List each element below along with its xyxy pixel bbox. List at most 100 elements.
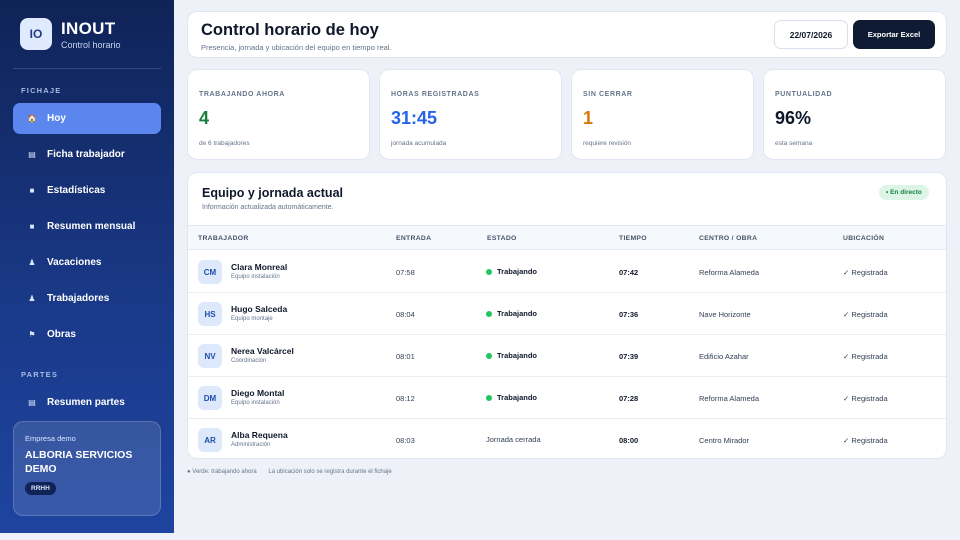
avatar: HS — [198, 302, 222, 326]
location-status: ✓ Registrada — [843, 352, 888, 361]
sidebar-item-label: Trabajadores — [47, 293, 110, 304]
status-badge: Trabajando — [486, 267, 537, 276]
app-logo: IO — [20, 18, 52, 50]
app-subtitle: Control horario — [61, 39, 121, 50]
sidebar-item-resumen-partes[interactable]: ▤ Resumen partes — [13, 387, 161, 418]
sidebar-item-ficha-trabajador[interactable]: ▤ Ficha trabajador — [13, 139, 161, 170]
stat-value: 1 — [583, 108, 594, 128]
stat-sub: esta semana — [775, 140, 813, 147]
column-header[interactable]: ENTRADA — [396, 235, 431, 242]
column-header[interactable]: TIEMPO — [619, 235, 647, 242]
table-header: TRABAJADOR ENTRADA ESTADO TIEMPO CENTRO … — [188, 225, 946, 250]
stat-card-sin-cerrar: SIN CERRAR 1 requiere revisión — [571, 69, 754, 160]
entry-time: 07:58 — [396, 268, 415, 277]
column-header[interactable]: ESTADO — [487, 235, 517, 242]
sidebar: IO INOUT Control horario FICHAJE 🏠 Hoy ▤… — [0, 0, 174, 533]
footer-note: ● Verde: trabajando ahora La ubicación s… — [187, 469, 402, 475]
live-badge: • En directo — [879, 185, 929, 200]
elapsed-time: 07:39 — [619, 352, 639, 361]
sidebar-item-hoy[interactable]: 🏠 Hoy — [13, 103, 161, 134]
column-header[interactable]: CENTRO / OBRA — [699, 235, 757, 242]
sidebar-item-vacaciones[interactable]: ♟ Vacaciones — [13, 247, 161, 278]
stat-value: 96% — [775, 108, 812, 128]
page-subtitle: Presencia, jornada y ubicación del equip… — [201, 43, 392, 52]
location-status: ✓ Registrada — [843, 268, 888, 277]
table-row[interactable]: NV Nerea Valcárcel Coordinación 08:01 Trabaj… — [188, 335, 946, 377]
sidebar-item-estadisticas[interactable]: ■ Estadísticas — [13, 175, 161, 206]
table-row[interactable]: DM Diego Montal Equipo instalación 08:12 Tra… — [188, 377, 946, 419]
sidebar-item-obras[interactable]: ⚑ Obras — [13, 319, 161, 350]
table-row[interactable]: AR Alba Requena Administración 08:03 Jornada… — [188, 419, 946, 461]
status-badge: Jornada cerrada — [486, 435, 541, 444]
export-excel-button[interactable]: Exportar Excel — [853, 20, 935, 49]
stat-sub: jornada acumulada — [391, 140, 447, 147]
stat-card-trabajando: TRABAJANDO AHORA 4 de 6 trabajadores — [187, 69, 370, 160]
elapsed-time: 08:00 — [619, 436, 639, 445]
page-header: Control horario de hoy Presencia, jornad… — [187, 11, 947, 58]
section-label-partes: PARTES — [21, 370, 59, 379]
worker-name[interactable]: Clara Monreal — [231, 262, 287, 272]
worker-team: Administración — [231, 442, 271, 448]
avatar: CM — [198, 260, 222, 284]
worker-name[interactable]: Nerea Valcárcel — [231, 346, 294, 356]
avatar: AR — [198, 428, 222, 452]
table-row[interactable]: CM Clara Monreal Equipo instalación 07:58 Tr… — [188, 251, 946, 293]
column-header[interactable]: UBICACIÓN — [843, 235, 884, 242]
stat-label: TRABAJANDO AHORA — [199, 91, 285, 98]
entry-time: 08:04 — [396, 310, 415, 319]
status-dot-icon — [486, 394, 492, 401]
sidebar-item-resumen-mensual[interactable]: ■ Resumen mensual — [13, 211, 161, 242]
id-card-icon: ▤ — [28, 150, 36, 159]
avatar: NV — [198, 344, 222, 368]
table-subtitle: Información actualizada automáticamente. — [202, 204, 334, 211]
worker-name[interactable]: Diego Montal — [231, 388, 284, 398]
stat-sub: de 6 trabajadores — [199, 140, 250, 147]
column-header[interactable]: TRABAJADOR — [198, 235, 249, 242]
sidebar-item-label: Obras — [47, 329, 76, 340]
flag-icon: ⚑ — [28, 330, 36, 339]
entry-time: 08:03 — [396, 436, 415, 445]
legend-note: ● Verde: trabajando ahora — [187, 469, 257, 475]
role-badge: RRHH — [25, 482, 56, 495]
status-badge: Trabajando — [486, 309, 537, 318]
entry-time: 08:01 — [396, 352, 415, 361]
avatar: DM — [198, 386, 222, 410]
company-label: Empresa demo — [25, 434, 76, 443]
stat-value: 31:45 — [391, 108, 438, 128]
status-badge: Trabajando — [486, 393, 537, 402]
worker-name[interactable]: Alba Requena — [231, 430, 288, 440]
sidebar-divider — [13, 68, 161, 69]
house-icon: 🏠 — [27, 114, 37, 123]
status-text: Trabajando — [497, 267, 538, 276]
person-icon: ♟ — [28, 294, 36, 303]
table-row[interactable]: HS Hugo Salceda Equipo montaje 08:04 Trabaja… — [188, 293, 946, 335]
company-card: Empresa demo ALBORIA SERVICIOS DEMO RRHH — [13, 421, 161, 516]
work-site: Nave Horizonte — [699, 310, 751, 319]
sidebar-item-label: Vacaciones — [47, 257, 102, 268]
worker-team: Equipo instalación — [231, 400, 280, 406]
location-note: La ubicación solo se registra durante el… — [268, 469, 392, 475]
elapsed-time: 07:28 — [619, 394, 639, 403]
location-status: ✓ Registrada — [843, 436, 888, 445]
worker-name[interactable]: Hugo Salceda — [231, 304, 287, 314]
chart-icon: ■ — [29, 186, 35, 195]
worker-team: Equipo instalación — [231, 274, 280, 280]
stat-label: PUNTUALIDAD — [775, 91, 833, 98]
work-site: Centro Mirador — [699, 436, 750, 445]
date-picker[interactable]: 22/07/2026 — [774, 20, 848, 49]
stat-label: HORAS REGISTRADAS — [391, 91, 480, 98]
status-dot-icon — [486, 268, 492, 275]
sidebar-item-trabajadores[interactable]: ♟ Trabajadores — [13, 283, 161, 314]
elapsed-time: 07:36 — [619, 310, 639, 319]
elapsed-time: 07:42 — [619, 268, 639, 277]
work-site: Reforma Alameda — [699, 268, 760, 277]
status-text: Jornada cerrada — [486, 435, 541, 444]
stat-card-puntualidad: PUNTUALIDAD 96% esta semana — [763, 69, 946, 160]
section-label-fichaje: FICHAJE — [21, 86, 62, 95]
bottom-strip — [0, 533, 960, 540]
team-table-card: Equipo y jornada actual Información actu… — [187, 172, 947, 459]
worker-team: Coordinación — [231, 358, 267, 364]
sidebar-item-label: Resumen mensual — [47, 221, 136, 232]
status-dot-icon — [486, 310, 492, 317]
app-name: INOUT — [61, 18, 116, 38]
